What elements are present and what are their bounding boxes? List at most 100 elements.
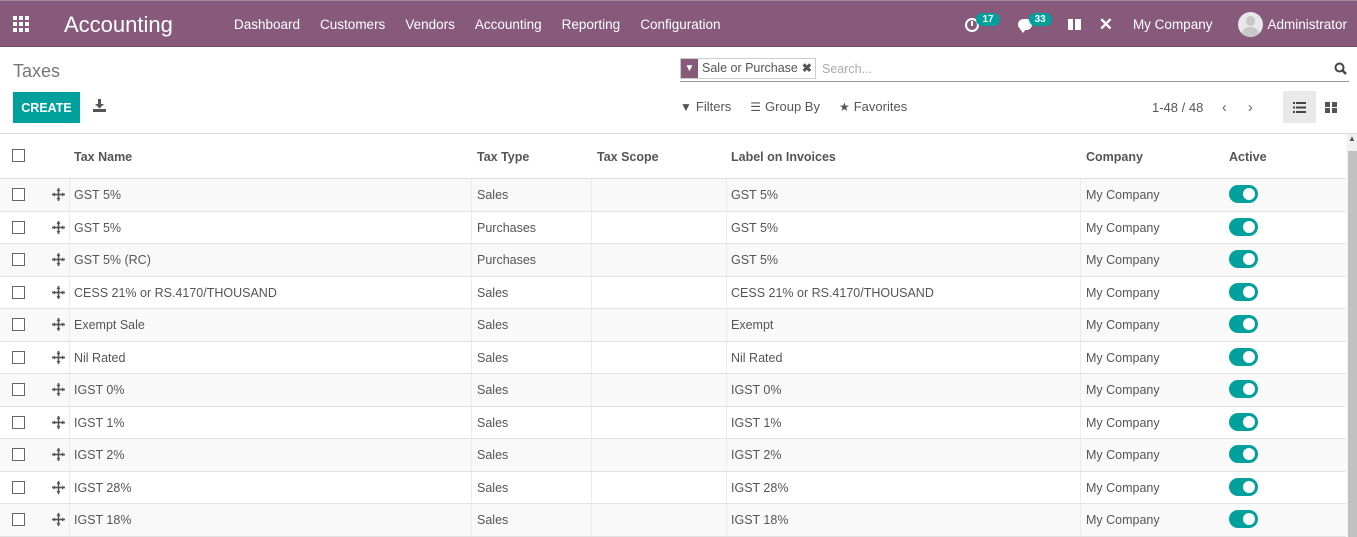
search-input[interactable] [822, 59, 1322, 79]
table-row[interactable]: IGST 0% Sales IGST 0% My Company [0, 374, 1346, 407]
drag-handle-icon[interactable] [52, 220, 65, 234]
favorites-button[interactable]: ★ Favorites [839, 99, 907, 114]
active-toggle[interactable] [1229, 380, 1258, 398]
row-checkbox[interactable] [12, 513, 25, 526]
active-toggle[interactable] [1229, 250, 1258, 268]
drag-handle-icon[interactable] [52, 318, 65, 331]
select-all-checkbox[interactable] [12, 149, 25, 162]
menu-accounting[interactable]: Accounting [465, 17, 552, 32]
drag-handle-icon[interactable] [52, 188, 65, 201]
menu-reporting[interactable]: Reporting [552, 17, 631, 32]
row-checkbox[interactable] [12, 188, 25, 201]
kanban-view-button[interactable] [1320, 91, 1342, 123]
drag-handle-icon[interactable] [52, 253, 65, 266]
active-toggle[interactable] [1229, 185, 1258, 203]
groupby-button[interactable]: ☰ Group By [750, 99, 820, 114]
drag-handle-icon[interactable] [52, 383, 65, 396]
cell-label-on-invoices: IGST 28% [731, 480, 789, 495]
row-checkbox[interactable] [12, 220, 25, 234]
row-checkbox[interactable] [12, 253, 25, 266]
active-toggle[interactable] [1229, 510, 1258, 528]
user-name: Administrator [1267, 17, 1347, 32]
list-view-button[interactable] [1283, 91, 1316, 123]
scroll-up-icon[interactable]: ▲ [1347, 134, 1357, 149]
menu-configuration[interactable]: Configuration [630, 17, 730, 32]
table-row[interactable]: GST 5% Purchases GST 5% My Company [0, 211, 1346, 244]
menu-vendors[interactable]: Vendors [395, 17, 465, 32]
filters-label: Filters [695, 99, 732, 114]
pager-next-icon[interactable]: › [1243, 99, 1257, 116]
debug-menu[interactable]: ✕ [1099, 16, 1113, 33]
drag-handle-icon[interactable] [52, 350, 65, 364]
column-separator [591, 471, 592, 503]
favorites-label: Favorites [853, 99, 908, 114]
active-toggle[interactable] [1229, 217, 1258, 236]
cell-company: My Company [1086, 253, 1160, 267]
drag-handle-icon[interactable] [52, 480, 65, 494]
table-row[interactable]: Exempt Sale Sales Exempt My Company [0, 309, 1346, 342]
active-toggle[interactable] [1229, 477, 1258, 496]
kanban-icon [1325, 101, 1337, 113]
cell-company: My Company [1086, 383, 1160, 397]
active-toggle[interactable] [1229, 445, 1258, 463]
messaging-menu[interactable]: 33 [1017, 13, 1052, 33]
row-checkbox[interactable] [12, 350, 25, 364]
menu-dashboard[interactable]: Dashboard [224, 17, 310, 32]
app-brand[interactable]: Accounting [64, 12, 173, 38]
row-checkbox[interactable] [12, 383, 25, 396]
row-checkbox[interactable] [12, 480, 25, 494]
drag-handle-icon[interactable] [52, 513, 65, 526]
row-checkbox[interactable] [12, 318, 25, 331]
activity-menu[interactable]: 17 [965, 13, 1000, 32]
row-checkbox[interactable] [12, 415, 25, 429]
active-toggle[interactable] [1229, 412, 1258, 431]
pager-previous-icon[interactable]: ‹ [1217, 99, 1231, 116]
cell-tax-name: GST 5% [74, 188, 122, 202]
company-switcher[interactable]: My Company [1133, 17, 1213, 32]
search-icon[interactable] [1334, 62, 1347, 75]
drag-handle-icon[interactable] [52, 448, 65, 461]
column-header-tax-name[interactable]: Tax Name [74, 150, 132, 164]
column-header-company[interactable]: Company [1086, 150, 1143, 164]
table-row[interactable]: IGST 1% Sales IGST 1% My Company [0, 406, 1346, 439]
column-header-active[interactable]: Active [1229, 150, 1267, 164]
gift-menu[interactable] [1067, 19, 1081, 30]
create-button[interactable]: CREATE [13, 92, 80, 123]
cell-label-on-invoices: IGST 0% [731, 383, 782, 397]
table-row[interactable]: IGST 18% Sales IGST 18% My Company [0, 504, 1346, 537]
column-separator [1080, 211, 1081, 243]
pager-value[interactable]: 1-48 / 48 [1152, 100, 1203, 115]
cell-tax-name: Exempt Sale [74, 318, 145, 332]
download-icon[interactable] [93, 99, 106, 112]
table-row[interactable]: CESS 21% or RS.4170/THOUSAND Sales CESS … [0, 276, 1346, 309]
drag-handle-icon[interactable] [52, 285, 65, 299]
table-row[interactable]: Nil Rated Sales Nil Rated My Company [0, 341, 1346, 374]
row-checkbox[interactable] [12, 448, 25, 461]
column-header-tax-type[interactable]: Tax Type [477, 150, 529, 164]
bars-icon: ☰ [750, 99, 762, 114]
column-separator [726, 439, 727, 471]
row-checkbox[interactable] [12, 285, 25, 299]
cell-tax-type: Sales [477, 318, 509, 332]
apps-menu-icon[interactable] [13, 16, 29, 32]
column-header-label-on-invoices[interactable]: Label on Invoices [731, 150, 836, 164]
active-toggle[interactable] [1229, 282, 1258, 301]
column-separator [726, 179, 727, 211]
table-row[interactable]: IGST 28% Sales IGST 28% My Company [0, 471, 1346, 504]
table-row[interactable]: GST 5% Sales GST 5% My Company [0, 179, 1346, 212]
menu-customers[interactable]: Customers [310, 17, 395, 32]
systray: 17 33 ✕ My Company Administrator [965, 1, 1357, 48]
active-toggle[interactable] [1229, 315, 1258, 333]
facet-remove-icon[interactable]: ✖ [802, 59, 815, 78]
vertical-scrollbar[interactable]: ▲ [1347, 134, 1357, 537]
scrollbar-thumb[interactable] [1348, 151, 1357, 537]
filters-button[interactable]: ▼ Filters [680, 99, 731, 114]
table-row[interactable]: GST 5% (RC) Purchases GST 5% My Company [0, 244, 1346, 277]
drag-handle-icon[interactable] [52, 415, 65, 429]
table-row[interactable]: IGST 2% Sales IGST 2% My Company [0, 439, 1346, 472]
cell-tax-name: IGST 1% [74, 415, 125, 430]
column-header-tax-scope[interactable]: Tax Scope [597, 150, 659, 164]
active-toggle[interactable] [1229, 347, 1258, 366]
user-menu[interactable]: Administrator [1238, 12, 1347, 37]
cell-label-on-invoices: IGST 1% [731, 415, 782, 430]
